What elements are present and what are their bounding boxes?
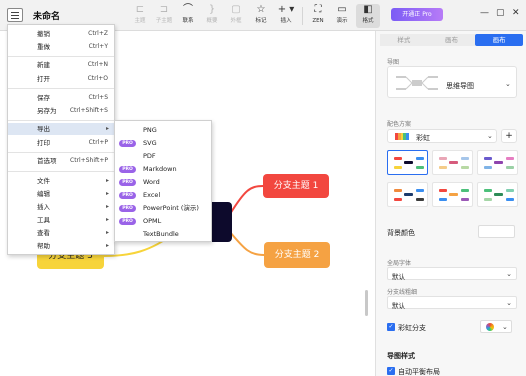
menu-divider (8, 120, 114, 121)
chevron-down-icon: ⌄ (487, 132, 493, 140)
chevron-right-icon: ▸ (105, 203, 109, 210)
menu-divider (8, 56, 114, 57)
panel-tabs: 样式 画布 画布 (380, 34, 524, 46)
rainbow-branch-checkbox[interactable]: ✓ (387, 323, 395, 331)
menu-item-new[interactable]: 新建 Ctrl+N (8, 59, 114, 71)
menu-item-save-as[interactable]: 另存为 Ctrl+Shift+S (8, 105, 114, 117)
tab-canvas[interactable]: 画布 (475, 34, 524, 46)
format-panel: 样式 画布 画布 导图 思维导图 ⌄ 配色方案 彩虹 ⌄ + 背景颜色 全局字体… (375, 31, 526, 376)
palette-value: 彩虹 (416, 134, 430, 142)
chevron-down-icon: ⌄ (506, 270, 512, 278)
structure-selector[interactable]: 思维导图 ⌄ (387, 66, 517, 98)
export-pdf[interactable]: PDF (115, 150, 211, 162)
theme-option[interactable] (387, 182, 428, 207)
pro-badge: PRO (119, 179, 136, 186)
chevron-right-icon: ▸ (105, 242, 109, 249)
background-color-label: 背景颜色 (387, 229, 415, 237)
export-markdown[interactable]: PRO Markdown (115, 163, 211, 175)
menu-item-undo[interactable]: 撤销 Ctrl+Z (8, 28, 114, 40)
branch-line-select[interactable]: 默认 ⌄ (387, 296, 517, 310)
pro-badge: PRO (119, 140, 136, 147)
auto-balance-label: 自动平衡布局 (398, 368, 440, 376)
canvas-scrollbar[interactable] (365, 290, 368, 316)
theme-option[interactable] (432, 182, 473, 207)
background-color-picker[interactable] (478, 225, 515, 238)
branch-line-label: 分支线粗细 (387, 289, 418, 296)
export-powerpoint[interactable]: PRO PowerPoint (演示) (115, 202, 211, 214)
theme-option[interactable] (387, 150, 428, 175)
rainbow-swatch-icon (395, 133, 409, 140)
color-wheel-icon (486, 323, 494, 331)
menu-item-save[interactable]: 保存 Ctrl+S (8, 92, 114, 104)
auto-balance-checkbox[interactable]: ✓ (387, 367, 395, 375)
export-submenu: PNG PRO SVG PDF PRO Markdown PRO Word PRO Ex… (114, 120, 212, 242)
menu-item-tools[interactable]: 工具 ▸ (8, 214, 114, 226)
export-png[interactable]: PNG (115, 124, 211, 136)
menu-item-insert[interactable]: 插入 ▸ (8, 201, 114, 213)
theme-option[interactable] (432, 150, 473, 175)
branch-line-value: 默认 (392, 302, 405, 310)
chevron-down-icon: ⌄ (506, 299, 512, 307)
structure-label: 导图 (387, 59, 400, 66)
global-font-label: 全局字体 (387, 260, 412, 267)
main-menu: 撤销 Ctrl+Z 重做 Ctrl+Y 新建 Ctrl+N 打开 Ctrl+O 保存 Ct… (7, 24, 115, 255)
theme-option[interactable] (477, 182, 518, 207)
export-textbundle[interactable]: TextBundle (115, 228, 211, 240)
menu-item-view[interactable]: 查看 ▸ (8, 227, 114, 239)
menu-item-file[interactable]: 文件 ▸ (8, 175, 114, 187)
export-excel[interactable]: PRO Excel (115, 189, 211, 201)
chevron-right-icon: ▸ (105, 125, 109, 132)
chevron-down-icon: ⌄ (502, 323, 508, 331)
pro-badge: PRO (119, 166, 136, 173)
branch-topic-2[interactable]: 分支主题 2 (264, 242, 330, 268)
palette-label: 配色方案 (387, 121, 412, 128)
menu-divider (8, 88, 114, 89)
export-word[interactable]: PRO Word (115, 176, 211, 188)
pro-badge: PRO (119, 205, 136, 212)
branch-topic-1[interactable]: 分支主题 1 (263, 174, 329, 198)
menu-divider (8, 152, 114, 153)
menu-item-redo[interactable]: 重做 Ctrl+Y (8, 41, 114, 53)
mind-map-structure-icon (396, 76, 438, 90)
menu-item-open[interactable]: 打开 Ctrl+O (8, 73, 114, 85)
chevron-right-icon: ▸ (105, 229, 109, 236)
theme-option[interactable] (477, 150, 518, 175)
chevron-down-icon: ⌄ (505, 80, 511, 88)
chevron-right-icon: ▸ (105, 190, 109, 197)
export-svg[interactable]: PRO SVG (115, 137, 211, 149)
menu-divider (8, 171, 114, 172)
menu-item-print[interactable]: 打印 Ctrl+P (8, 137, 114, 149)
menu-item-edit[interactable]: 编辑 ▸ (8, 188, 114, 200)
add-palette-button[interactable]: + (501, 129, 517, 143)
structure-value: 思维导图 (446, 82, 474, 90)
pro-badge: PRO (119, 192, 136, 199)
palette-selector[interactable]: 彩虹 ⌄ (387, 129, 497, 143)
menu-item-help[interactable]: 帮助 ▸ (8, 240, 114, 252)
menu-item-preferences[interactable]: 首选项 Ctrl+Shift+P (8, 155, 114, 167)
global-font-select[interactable]: 默认 ⌄ (387, 267, 517, 281)
tab-canvas-inactive[interactable]: 画布 (427, 34, 476, 46)
global-font-value: 默认 (392, 273, 405, 281)
map-style-title: 导图样式 (387, 352, 415, 360)
tab-style[interactable]: 样式 (380, 34, 428, 46)
chevron-right-icon: ▸ (105, 177, 109, 184)
menu-item-export[interactable]: 导出 ▸ (8, 123, 114, 135)
rainbow-color-button[interactable]: ⌄ (480, 320, 512, 333)
pro-badge: PRO (119, 218, 136, 225)
chevron-right-icon: ▸ (105, 216, 109, 223)
rainbow-branch-label: 彩虹分支 (398, 324, 426, 332)
export-opml[interactable]: PRO OPML (115, 215, 211, 227)
